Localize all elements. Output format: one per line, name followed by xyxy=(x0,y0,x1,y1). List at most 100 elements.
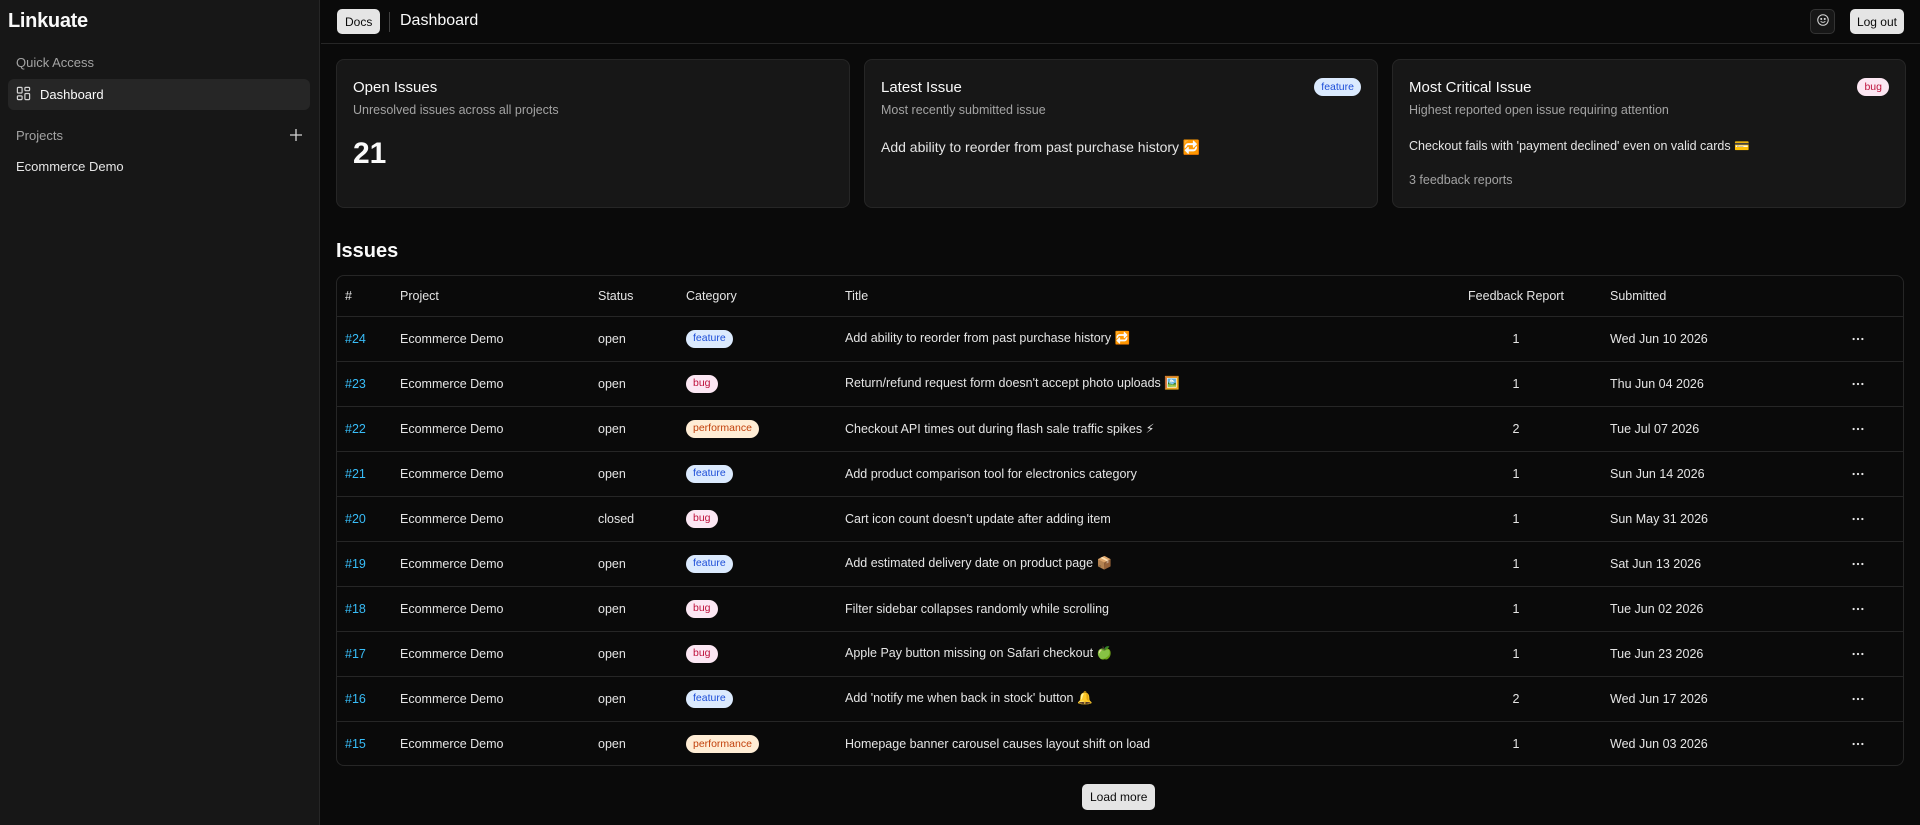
load-more-button[interactable]: Load more xyxy=(1082,784,1156,810)
issue-status: closed xyxy=(598,496,686,542)
issue-submitted-date: Tue Jul 07 2026 xyxy=(1610,406,1810,452)
dashboard-icon xyxy=(16,86,31,104)
issue-feedback-count: 1 xyxy=(1422,451,1610,497)
table-row[interactable]: #18 Ecommerce Demo open bug Filter sidebar c… xyxy=(337,586,1903,632)
issue-id-link[interactable]: #19 xyxy=(345,557,366,571)
more-horizontal-icon[interactable] xyxy=(1846,374,1870,394)
column-header-actions xyxy=(1810,276,1903,317)
issue-project: Ecommerce Demo xyxy=(400,676,598,722)
more-horizontal-icon[interactable] xyxy=(1846,554,1870,574)
issue-project: Ecommerce Demo xyxy=(400,496,598,542)
sidebar-item-dashboard[interactable]: Dashboard xyxy=(8,79,310,110)
category-badge: bug xyxy=(686,509,718,528)
more-horizontal-icon[interactable] xyxy=(1846,689,1870,709)
issue-id-link[interactable]: #23 xyxy=(345,377,366,391)
app-logo[interactable]: Linkuate xyxy=(8,10,88,33)
issue-status: open xyxy=(598,586,686,632)
issue-feedback-count: 1 xyxy=(1422,316,1610,362)
issue-feedback-count: 2 xyxy=(1422,406,1610,452)
table-row[interactable]: #17 Ecommerce Demo open bug Apple Pay button… xyxy=(337,631,1903,677)
issue-project: Ecommerce Demo xyxy=(400,406,598,452)
issue-id-link[interactable]: #17 xyxy=(345,647,366,661)
card-description: Highest reported open issue requiring at… xyxy=(1409,103,1669,117)
more-horizontal-icon[interactable] xyxy=(1846,509,1870,529)
table-row[interactable]: #23 Ecommerce Demo open bug Return/refund re… xyxy=(337,361,1903,407)
table-row[interactable]: #16 Ecommerce Demo open feature Add 'notify … xyxy=(337,676,1903,722)
table-row[interactable]: #15 Ecommerce Demo open performance Homepage… xyxy=(337,721,1903,765)
table-row[interactable]: #19 Ecommerce Demo open feature Add estimate… xyxy=(337,541,1903,587)
issue-id-link[interactable]: #15 xyxy=(345,737,366,751)
issue-id-link[interactable]: #21 xyxy=(345,467,366,481)
logout-button[interactable]: Log out xyxy=(1849,9,1904,34)
quick-access-label: Quick Access xyxy=(16,55,95,70)
column-header-feedback: Feedback Report xyxy=(1422,276,1610,317)
issue-feedback-count: 1 xyxy=(1422,631,1610,677)
category-badge: bug xyxy=(1857,78,1889,96)
smiley-icon xyxy=(1816,13,1830,30)
sidebar-item-label: Dashboard xyxy=(40,87,104,102)
card-description: Unresolved issues across all projects xyxy=(353,103,559,117)
issue-status: open xyxy=(598,451,686,497)
more-horizontal-icon[interactable] xyxy=(1846,599,1870,619)
issue-title: Apple Pay button missing on Safari check… xyxy=(845,631,1422,677)
top-header: Docs Dashboard Log out xyxy=(321,0,1920,44)
issue-id-link[interactable]: #24 xyxy=(345,332,366,346)
issue-project: Ecommerce Demo xyxy=(400,736,504,751)
column-header-submitted: Submitted xyxy=(1610,276,1810,317)
sidebar-project-ecommerce-demo[interactable]: Ecommerce Demo xyxy=(16,159,124,174)
open-issues-card: Open Issues Unresolved issues across all… xyxy=(336,59,850,208)
more-horizontal-icon[interactable] xyxy=(1846,464,1870,484)
header-divider xyxy=(389,12,390,32)
more-horizontal-icon[interactable] xyxy=(1846,644,1870,664)
table-row[interactable]: #21 Ecommerce Demo open feature Add product … xyxy=(337,451,1903,497)
table-row[interactable]: #24 Ecommerce Demo open feature Add ability … xyxy=(337,316,1903,362)
issue-title: Homepage banner carousel causes layout s… xyxy=(845,736,1151,751)
category-badge: bug xyxy=(686,644,718,663)
sidebar: Linkuate Quick Access Dashboard Projects… xyxy=(0,0,320,825)
theme-toggle-button[interactable] xyxy=(1810,9,1835,34)
issue-feedback-count: 1 xyxy=(1422,361,1610,407)
critical-issue-card[interactable]: Most Critical Issue Highest reported ope… xyxy=(1392,59,1906,208)
column-header-status: Status xyxy=(598,276,686,317)
projects-label: Projects xyxy=(16,128,63,143)
latest-issue-title[interactable]: Add ability to reorder from past purchas… xyxy=(881,139,1200,156)
more-horizontal-icon[interactable] xyxy=(1846,734,1870,754)
table-row[interactable]: #20 Ecommerce Demo closed bug Cart icon coun… xyxy=(337,496,1903,542)
issue-status: open xyxy=(598,736,626,751)
issue-submitted-date: Thu Jun 04 2026 xyxy=(1610,361,1810,407)
column-header-title: Title xyxy=(845,276,1422,317)
open-issues-count: 21 xyxy=(353,137,387,170)
category-badge: performance xyxy=(686,734,759,753)
issue-id-link[interactable]: #18 xyxy=(345,602,366,616)
table-header-row: # Project Status Category Title Feedback… xyxy=(337,276,1903,317)
issue-feedback-count: 1 xyxy=(1422,586,1610,632)
docs-button[interactable]: Docs xyxy=(337,9,381,34)
issue-id-link[interactable]: #16 xyxy=(345,692,366,706)
issue-title: Checkout API times out during flash sale… xyxy=(845,406,1422,452)
issue-status: open xyxy=(598,316,686,362)
more-horizontal-icon[interactable] xyxy=(1846,329,1870,349)
issue-id-link[interactable]: #22 xyxy=(345,422,366,436)
card-title: Most Critical Issue xyxy=(1409,79,1532,96)
latest-issue-card[interactable]: Latest Issue Most recently submitted iss… xyxy=(864,59,1378,208)
feedback-report-count: 3 feedback reports xyxy=(1409,173,1513,187)
issue-project: Ecommerce Demo xyxy=(400,631,598,677)
card-title: Open Issues xyxy=(353,79,438,96)
category-badge: bug xyxy=(686,374,718,393)
more-horizontal-icon[interactable] xyxy=(1846,419,1870,439)
issue-submitted-date: Tue Jun 02 2026 xyxy=(1610,586,1810,632)
issue-submitted-date: Wed Jun 17 2026 xyxy=(1610,676,1810,722)
table-row[interactable]: #22 Ecommerce Demo open performance Checkout… xyxy=(337,406,1903,452)
issue-submitted-date: Tue Jun 23 2026 xyxy=(1610,631,1810,677)
critical-issue-title[interactable]: Checkout fails with 'payment declined' e… xyxy=(1409,139,1750,154)
issue-id-link[interactable]: #20 xyxy=(345,512,366,526)
issue-project: Ecommerce Demo xyxy=(400,451,598,497)
issue-title: Add estimated delivery date on product p… xyxy=(845,541,1422,587)
issue-title: Add ability to reorder from past purchas… xyxy=(845,316,1422,362)
issue-submitted-date: Sat Jun 13 2026 xyxy=(1610,541,1810,587)
issue-title: Filter sidebar collapses randomly while … xyxy=(845,586,1422,632)
category-badge: feature xyxy=(686,329,733,348)
add-project-icon[interactable] xyxy=(288,127,304,143)
issue-submitted-date: Sun May 31 2026 xyxy=(1610,496,1810,542)
issue-submitted-date: Wed Jun 10 2026 xyxy=(1610,316,1810,362)
